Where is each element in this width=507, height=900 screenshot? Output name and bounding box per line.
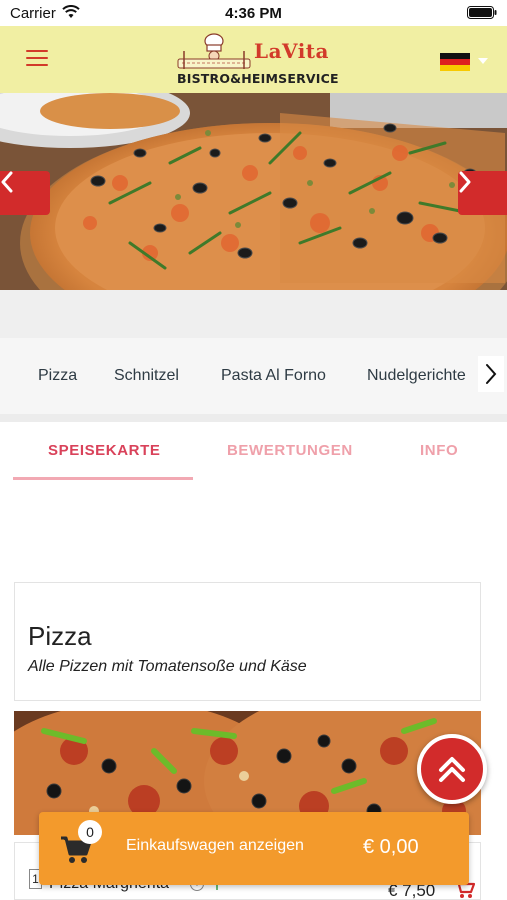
section-divider xyxy=(0,414,507,422)
category-item-schnitzel[interactable]: Schnitzel xyxy=(114,367,179,385)
tab-bewertungen[interactable]: BEWERTUNGEN xyxy=(227,442,353,459)
tab-info[interactable]: INFO xyxy=(420,442,458,459)
category-item-pizza[interactable]: Pizza xyxy=(38,367,77,385)
menu-category-description: Alle Pizzen mit Tomatensoße und Käse xyxy=(28,658,307,675)
app-header: LaVita BISTRO&HEIMSERVICE xyxy=(0,26,507,93)
slider-next-button[interactable] xyxy=(458,171,507,215)
active-tab-indicator xyxy=(13,477,193,480)
scroll-to-top-button[interactable] xyxy=(417,734,487,804)
slider-previous-button[interactable] xyxy=(0,171,50,215)
menu-category-title: Pizza xyxy=(28,621,92,651)
logo-name: LaVita xyxy=(254,39,329,63)
battery-icon xyxy=(467,6,497,19)
cart-total: € 0,00 xyxy=(363,836,419,858)
language-dropdown-caret-icon[interactable] xyxy=(478,58,488,64)
pizza-hero-image xyxy=(0,93,507,290)
category-item-pasta-al-forno[interactable]: Pasta Al Forno xyxy=(221,367,326,385)
tab-bar: SPEISEKARTE BEWERTUNGEN INFO xyxy=(0,422,507,482)
menu-category-card: Pizza Alle Pizzen mit Tomatensoße und Kä… xyxy=(14,582,481,701)
chevron-left-icon xyxy=(1,171,13,193)
hero-slider xyxy=(0,93,507,290)
logo-subtitle: BISTRO&HEIMSERVICE xyxy=(177,71,339,86)
chef-logo-icon xyxy=(177,33,251,69)
chevron-right-icon xyxy=(486,364,497,384)
category-item-nudelgerichte[interactable]: Nudelgerichte xyxy=(367,367,466,385)
hero-spacer xyxy=(0,290,507,338)
view-cart-button[interactable]: 0 Einkaufswagen anzeigen € 0,00 xyxy=(39,812,469,885)
tab-speisekarte[interactable]: SPEISEKARTE xyxy=(48,442,160,459)
chevron-right-icon xyxy=(459,171,471,193)
status-bar: Carrier 4:36 PM xyxy=(0,0,507,26)
status-time: 4:36 PM xyxy=(225,5,282,22)
double-chevron-up-icon xyxy=(439,757,465,782)
cart-count-badge: 0 xyxy=(78,820,102,844)
view-cart-label: Einkaufswagen anzeigen xyxy=(126,837,304,854)
restaurant-logo: LaVita BISTRO&HEIMSERVICE xyxy=(174,31,339,89)
hamburger-menu-icon[interactable] xyxy=(26,50,48,68)
german-flag-icon[interactable] xyxy=(440,53,470,71)
category-nav: Pizza Schnitzel Pasta Al Forno Nudelgeri… xyxy=(0,338,507,414)
category-scroll-next-button[interactable] xyxy=(478,356,504,392)
